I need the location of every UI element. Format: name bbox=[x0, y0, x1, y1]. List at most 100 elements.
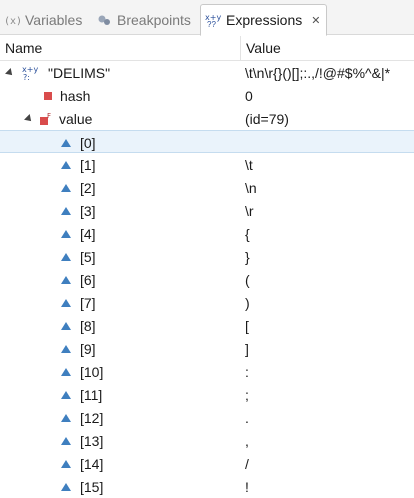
name-cell: [1] bbox=[0, 153, 96, 176]
table-row[interactable]: [4] { bbox=[0, 222, 414, 245]
array-element-icon bbox=[61, 138, 71, 147]
name-cell: hash bbox=[0, 84, 90, 107]
array-element-icon bbox=[61, 367, 71, 376]
array-element-icon bbox=[61, 229, 71, 238]
expand-toggle-icon[interactable] bbox=[5, 67, 15, 78]
array-element-icon bbox=[61, 436, 71, 445]
svg-text:??: ?? bbox=[207, 20, 216, 28]
array-element-icon bbox=[61, 252, 71, 261]
close-icon[interactable]: ✕ bbox=[311, 14, 320, 27]
row-name: [9] bbox=[80, 340, 96, 357]
name-cell: [13] bbox=[0, 429, 103, 452]
column-divider[interactable] bbox=[240, 36, 241, 61]
value-cell: \n bbox=[245, 179, 257, 196]
table-row[interactable]: [5] } bbox=[0, 245, 414, 268]
array-element-icon bbox=[61, 275, 71, 284]
value-cell: / bbox=[245, 455, 249, 472]
value-cell: 0 bbox=[245, 87, 253, 104]
name-cell: [7] bbox=[0, 291, 96, 314]
array-element-icon bbox=[61, 413, 71, 422]
table-row[interactable]: [10] : bbox=[0, 360, 414, 383]
array-element-icon bbox=[61, 344, 71, 353]
row-name: [11] bbox=[80, 386, 103, 403]
value-cell: ! bbox=[245, 478, 249, 495]
table-row[interactable]: [15] ! bbox=[0, 475, 414, 498]
row-name: [7] bbox=[80, 294, 96, 311]
final-field-icon: F bbox=[39, 112, 53, 126]
tab-breakpoints-label: Breakpoints bbox=[117, 12, 191, 28]
table-row[interactable]: hash 0 bbox=[0, 84, 414, 107]
column-header-value[interactable]: Value bbox=[246, 40, 281, 56]
array-element-icon bbox=[61, 321, 71, 330]
row-name: [3] bbox=[80, 202, 96, 219]
value-cell: . bbox=[245, 409, 249, 426]
table-row[interactable]: [7] ) bbox=[0, 291, 414, 314]
table-row[interactable]: [11] ; bbox=[0, 383, 414, 406]
row-name: "DELIMS" bbox=[48, 64, 111, 81]
name-cell: [10] bbox=[0, 360, 103, 383]
svg-text:(x)=: (x)= bbox=[4, 16, 22, 27]
table-row[interactable]: [6] ( bbox=[0, 268, 414, 291]
table-row[interactable]: [8] [ bbox=[0, 314, 414, 337]
array-element-icon bbox=[61, 298, 71, 307]
name-cell: [2] bbox=[0, 176, 96, 199]
name-cell: [4] bbox=[0, 222, 96, 245]
array-element-icon bbox=[61, 183, 71, 192]
table-row[interactable]: [12] . bbox=[0, 406, 414, 429]
row-name: [15] bbox=[80, 478, 104, 495]
row-name: [13] bbox=[80, 432, 104, 449]
expressions-tree: x+y?: "DELIMS" \t\n\r{}()[];:.,/!@#$%^&|… bbox=[0, 61, 414, 498]
row-name: [4] bbox=[80, 225, 96, 242]
name-cell: [15] bbox=[0, 475, 103, 498]
expression-icon: x+y?: bbox=[20, 65, 42, 81]
value-cell: \t\n\r{}()[];:.,/!@#$%^&|* bbox=[245, 64, 391, 81]
row-name: [1] bbox=[80, 156, 96, 173]
value-cell: [ bbox=[245, 317, 249, 334]
table-row[interactable]: x+y?: "DELIMS" \t\n\r{}()[];:.,/!@#$%^&|… bbox=[0, 61, 414, 84]
tab-breakpoints[interactable]: Breakpoints bbox=[96, 5, 191, 35]
name-cell: [6] bbox=[0, 268, 96, 291]
table-row-selected[interactable]: [0] bbox=[0, 130, 414, 153]
value-cell: ; bbox=[245, 386, 249, 403]
tab-expressions[interactable]: x+y?? Expressions ✕ bbox=[200, 4, 328, 36]
expand-toggle-icon[interactable] bbox=[24, 113, 34, 124]
field-icon bbox=[44, 91, 52, 100]
table-row[interactable]: [3] \r bbox=[0, 199, 414, 222]
breakpoints-icon bbox=[96, 11, 114, 29]
value-cell: { bbox=[245, 225, 250, 242]
array-element-icon bbox=[61, 390, 71, 399]
name-cell: [0] bbox=[0, 131, 96, 154]
svg-text:F: F bbox=[47, 112, 51, 120]
value-cell: \r bbox=[245, 202, 254, 219]
row-name: hash bbox=[60, 87, 91, 104]
value-cell: (id=79) bbox=[245, 110, 289, 127]
table-row[interactable]: [13] , bbox=[0, 429, 414, 452]
table-row[interactable]: [2] \n bbox=[0, 176, 414, 199]
value-cell: ) bbox=[245, 294, 250, 311]
expressions-icon: x+y?? bbox=[205, 11, 223, 29]
array-element-icon bbox=[61, 459, 71, 468]
name-cell: [12] bbox=[0, 406, 103, 429]
variables-icon: (x)= bbox=[4, 11, 22, 29]
row-name: value bbox=[59, 110, 93, 127]
table-row[interactable]: [1] \t bbox=[0, 153, 414, 176]
name-cell: [9] bbox=[0, 337, 96, 360]
value-cell: \t bbox=[245, 156, 253, 173]
tab-expressions-label: Expressions bbox=[226, 12, 303, 28]
name-cell: [14] bbox=[0, 452, 103, 475]
row-name: [12] bbox=[80, 409, 104, 426]
table-row[interactable]: [9] ] bbox=[0, 337, 414, 360]
value-cell: } bbox=[245, 248, 250, 265]
row-name: [5] bbox=[80, 248, 96, 265]
row-name: [6] bbox=[80, 271, 96, 288]
column-header-name[interactable]: Name bbox=[5, 40, 42, 56]
array-element-icon bbox=[61, 206, 71, 215]
table-row[interactable]: [14] / bbox=[0, 452, 414, 475]
table-header: Name Value bbox=[0, 36, 414, 61]
row-name: [0] bbox=[80, 134, 96, 151]
value-cell: , bbox=[245, 432, 249, 449]
tab-variables[interactable]: (x)= Variables bbox=[4, 5, 82, 35]
table-row[interactable]: F value (id=79) bbox=[0, 107, 414, 130]
name-cell: [5] bbox=[0, 245, 96, 268]
value-cell: ( bbox=[245, 271, 250, 288]
